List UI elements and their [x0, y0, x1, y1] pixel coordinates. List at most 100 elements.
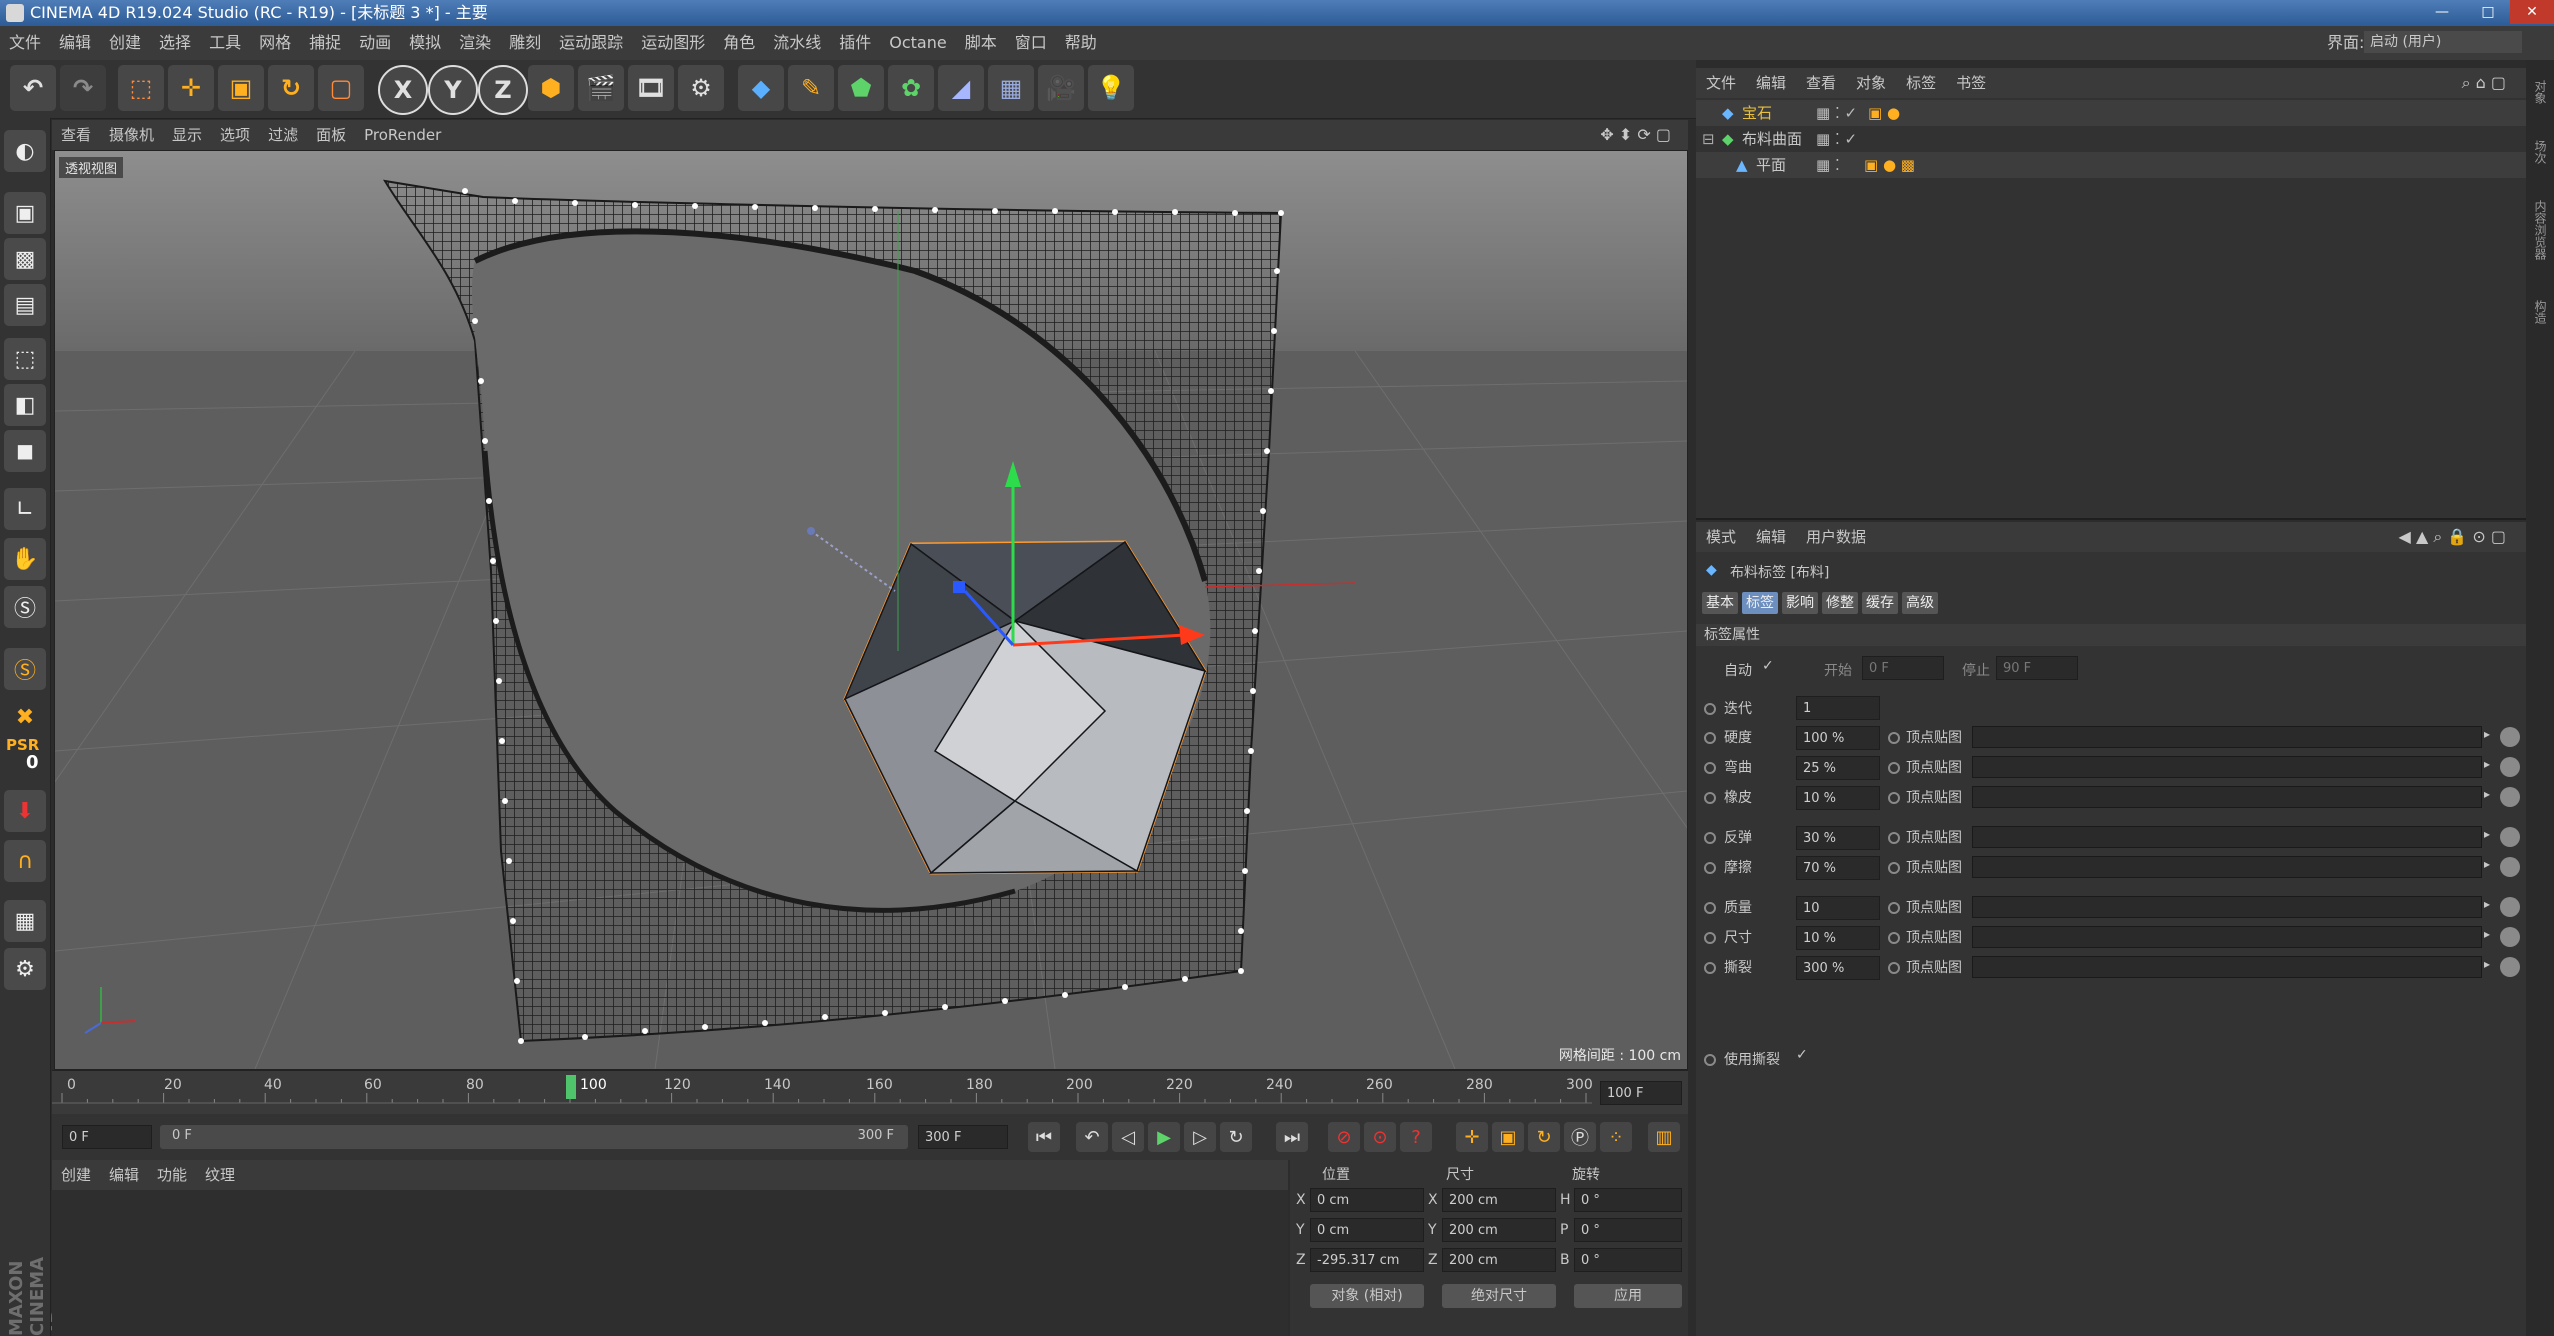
cloner-icon[interactable]: ✿	[888, 65, 934, 111]
vertex-map-slot[interactable]	[1972, 826, 2482, 848]
vp-menu-options[interactable]: 选项	[220, 126, 250, 144]
attribute-nav-icons[interactable]: ◀ ▲ ⌕ 🔒 ⊙ ▢	[2399, 522, 2506, 552]
points-mode-icon[interactable]: ⬚	[4, 338, 46, 380]
floor-grid-icon[interactable]: ▦	[4, 900, 46, 942]
key-parameter-icon[interactable]: Ⓟ	[1564, 1122, 1596, 1152]
iterations-radio[interactable]	[1704, 703, 1716, 715]
visibility-toggles[interactable]: ▦ ⁚ ✓	[1816, 126, 1857, 152]
menu-window[interactable]: 窗口	[1015, 33, 1047, 52]
make-editable-icon[interactable]: ◐	[4, 130, 46, 172]
menu-plugins[interactable]: 插件	[839, 33, 871, 52]
map-radio[interactable]	[1888, 862, 1900, 874]
snap-icon[interactable]: Ⓢ	[4, 586, 46, 628]
clear-link-icon[interactable]	[2500, 897, 2520, 917]
param-radio[interactable]	[1704, 862, 1716, 874]
coordinate-mode-dropdown[interactable]: 对象 (相对)	[1310, 1284, 1424, 1308]
key-pla-icon[interactable]: ⁘	[1600, 1122, 1632, 1152]
param-radio[interactable]	[1704, 732, 1716, 744]
clear-link-icon[interactable]	[2500, 727, 2520, 747]
light-icon[interactable]: 💡	[1088, 65, 1134, 111]
obj-menu-objects[interactable]: 对象	[1856, 74, 1886, 92]
vp-menu-view[interactable]: 查看	[61, 126, 91, 144]
cube-primitive-icon[interactable]: ◆	[738, 65, 784, 111]
close-button[interactable]: ✕	[2510, 0, 2554, 24]
object-row[interactable]: ⊟ ◆ 布料曲面 ▦ ⁚ ✓	[1696, 126, 2526, 152]
move-tool-icon[interactable]: ✛	[168, 65, 214, 111]
psr-icon[interactable]: ✖	[4, 696, 46, 738]
attr-menu-userdata[interactable]: 用户数据	[1806, 528, 1866, 546]
size-y-field[interactable]: 200 cm	[1442, 1218, 1556, 1242]
texture-mode-icon[interactable]: ▩	[4, 238, 46, 280]
slot-arrow-icon[interactable]: ▸	[2484, 727, 2490, 741]
tag-icons[interactable]: ▣ ●	[1868, 100, 1900, 126]
tab-advanced[interactable]: 高级	[1902, 592, 1938, 614]
side-tab-takes[interactable]: 场次	[2532, 140, 2549, 164]
slot-arrow-icon[interactable]: ▸	[2484, 757, 2490, 771]
obj-menu-edit[interactable]: 编辑	[1756, 74, 1786, 92]
param-radio[interactable]	[1704, 762, 1716, 774]
start-frame-field[interactable]: 0 F	[62, 1125, 152, 1149]
subdivision-icon[interactable]: ⬟	[838, 65, 884, 111]
tab-cache[interactable]: 缓存	[1862, 592, 1898, 614]
size-x-field[interactable]: 200 cm	[1442, 1188, 1556, 1212]
param-value-field[interactable]: 70 %	[1796, 856, 1880, 880]
vp-menu-prorender[interactable]: ProRender	[364, 126, 441, 144]
vertex-map-slot[interactable]	[1972, 956, 2482, 978]
param-value-field[interactable]: 300 %	[1796, 956, 1880, 980]
pos-z-field[interactable]: -295.317 cm	[1310, 1248, 1424, 1272]
mat-menu-edit[interactable]: 编辑	[109, 1166, 139, 1184]
vp-menu-display[interactable]: 显示	[172, 126, 202, 144]
menu-octane[interactable]: Octane	[889, 33, 946, 52]
menu-sculpt[interactable]: 雕刻	[509, 33, 541, 52]
rotate-tool-icon[interactable]: ↻	[268, 65, 314, 111]
menu-character[interactable]: 角色	[723, 33, 755, 52]
select-tool-icon[interactable]: ⬚	[118, 65, 164, 111]
visibility-toggles[interactable]: ▦ ⁚ ✓	[1816, 100, 1857, 126]
iterations-field[interactable]: 1	[1796, 696, 1880, 720]
param-value-field[interactable]: 30 %	[1796, 826, 1880, 850]
scale-tool-icon[interactable]: ▣	[218, 65, 264, 111]
menu-tools[interactable]: 工具	[209, 33, 241, 52]
timeline-window-icon[interactable]: ▥	[1648, 1122, 1680, 1152]
tab-influence[interactable]: 影响	[1782, 592, 1818, 614]
clear-link-icon[interactable]	[2500, 927, 2520, 947]
edges-mode-icon[interactable]: ◧	[4, 384, 46, 426]
param-radio[interactable]	[1704, 932, 1716, 944]
menu-simulate[interactable]: 模拟	[409, 33, 441, 52]
use-tear-radio[interactable]	[1704, 1054, 1716, 1066]
vertex-map-slot[interactable]	[1972, 786, 2482, 808]
axis-z-button[interactable]: Z	[478, 65, 528, 115]
slot-arrow-icon[interactable]: ▸	[2484, 827, 2490, 841]
param-value-field[interactable]: 10 %	[1796, 786, 1880, 810]
polygons-mode-icon[interactable]: ◼	[4, 430, 46, 472]
attr-menu-mode[interactable]: 模式	[1706, 528, 1736, 546]
vertex-map-slot[interactable]	[1972, 856, 2482, 878]
key-rotation-icon[interactable]: ↻	[1528, 1122, 1560, 1152]
coordinate-system-icon[interactable]: ⬢	[528, 65, 574, 111]
menu-create[interactable]: 创建	[109, 33, 141, 52]
obj-menu-view[interactable]: 查看	[1806, 74, 1836, 92]
mat-menu-function[interactable]: 功能	[157, 1166, 187, 1184]
next-frame-icon[interactable]: ▷	[1184, 1122, 1216, 1152]
slot-arrow-icon[interactable]: ▸	[2484, 897, 2490, 911]
workplane-icon[interactable]: ▤	[4, 284, 46, 326]
object-manager-tools[interactable]: ⌕ ⌂ ▢	[2462, 68, 2506, 98]
axis-x-button[interactable]: X	[378, 65, 428, 115]
side-tab-objects[interactable]: 对象	[2532, 80, 2549, 104]
menu-pipeline[interactable]: 流水线	[773, 33, 821, 52]
previous-frame-icon[interactable]: ◁	[1112, 1122, 1144, 1152]
menu-file[interactable]: 文件	[9, 33, 41, 52]
spline-pen-icon[interactable]: ✎	[788, 65, 834, 111]
tab-dresser[interactable]: 修整	[1822, 592, 1858, 614]
vertex-map-slot[interactable]	[1972, 926, 2482, 948]
go-to-end-icon[interactable]: ⏭	[1276, 1122, 1308, 1152]
vertex-map-slot[interactable]	[1972, 896, 2482, 918]
auto-checkbox[interactable]: ✓	[1762, 658, 1774, 674]
axis-y-button[interactable]: Y	[428, 65, 478, 115]
clear-link-icon[interactable]	[2500, 827, 2520, 847]
camera-icon[interactable]: 🎥	[1038, 65, 1084, 111]
use-tear-checkbox[interactable]: ✓	[1796, 1047, 1808, 1063]
rot-p-field[interactable]: 0 °	[1574, 1218, 1682, 1242]
side-tab-structure[interactable]: 构造	[2532, 300, 2549, 324]
param-value-field[interactable]: 100 %	[1796, 726, 1880, 750]
